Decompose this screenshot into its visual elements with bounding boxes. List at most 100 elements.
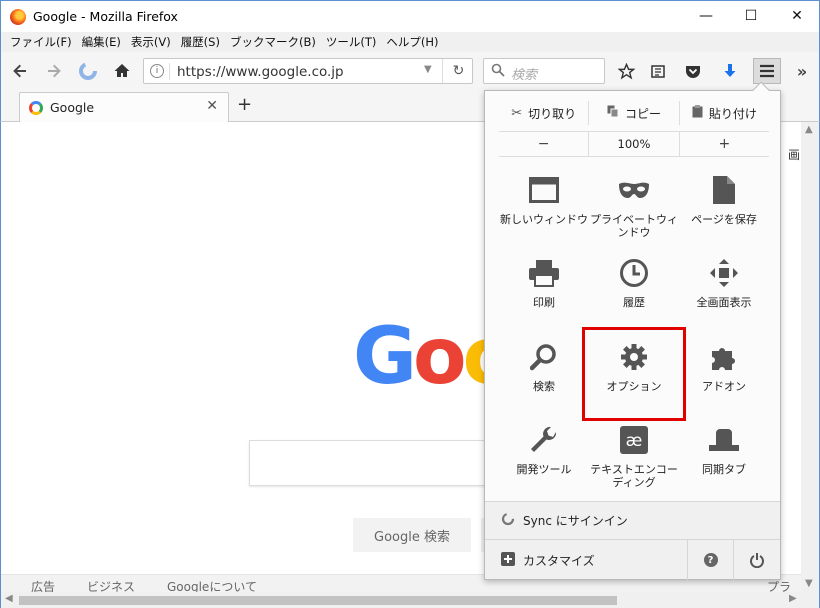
new-window-icon [527,173,561,207]
edit-controls: ✂ 切り取り コピー 貼り付け [499,101,769,125]
developer-tools-label: 開発ツール [516,463,572,476]
zoom-level-button[interactable]: 100% [589,132,680,156]
find-in-page-button[interactable]: 検索 [499,334,589,414]
text-encoding-button[interactable]: æ テキストエンコーディング [589,417,679,497]
search-bar[interactable]: 検索 [483,58,605,84]
scissors-icon: ✂ [511,105,523,121]
reload-spinner-icon[interactable] [77,61,99,81]
logo-letter-o1: o [413,312,467,402]
tab-close-icon[interactable]: ✕ [206,98,218,114]
private-window-label: プライベートウィンドウ [590,213,678,239]
private-window-button[interactable]: プライベートウィンドウ [589,167,679,247]
horizontal-scroll-thumb[interactable] [19,596,617,605]
sync-icon [501,512,515,529]
cut-button[interactable]: ✂ 切り取り [499,101,590,125]
save-page-label: ページを保存 [691,213,757,226]
google-search-button[interactable]: Google 検索 [353,518,471,552]
url-text[interactable]: https://www.google.co.jp [177,64,344,80]
url-separator [169,63,170,80]
search-icon [527,340,561,374]
addons-button[interactable]: アドオン [679,334,769,414]
puzzle-icon [707,340,741,374]
menu-tools[interactable]: ツール(T) [321,34,382,50]
scroll-up-icon[interactable]: ▲ [805,124,813,135]
options-button[interactable]: オプション [582,327,686,421]
menu-edit[interactable]: 編集(E) [77,34,126,50]
copy-button[interactable]: コピー [589,101,680,125]
zoom-out-button[interactable]: − [499,132,590,156]
private-mask-icon [617,173,651,207]
new-tab-plus-icon[interactable]: + [237,94,252,115]
search-placeholder: 検索 [511,68,538,83]
menu-history[interactable]: 履歴(S) [176,34,225,50]
downloads-arrow-icon[interactable] [719,61,741,81]
find-label: 検索 [533,380,555,393]
menu-bar: ファイル(F) 編集(E) 表示(V) 履歴(S) ブックマーク(B) ツール(… [0,32,820,52]
svg-text:æ: æ [626,431,643,451]
quit-button[interactable] [733,540,780,580]
firefox-logo-icon [10,9,26,25]
search-magnifier-icon [491,63,505,81]
save-page-icon [707,173,741,207]
save-page-button[interactable]: ページを保存 [679,167,769,247]
addons-label: アドオン [702,380,746,393]
minimize-button[interactable]: — [683,1,729,31]
print-icon [527,256,561,290]
url-dropdown-icon[interactable]: ▼ [424,64,432,75]
reload-icon[interactable]: ↻ [442,59,474,83]
menu-file[interactable]: ファイル(F) [5,34,77,50]
print-label: 印刷 [533,296,555,309]
hamburger-menu-button[interactable] [753,58,781,84]
customize-button[interactable]: カスタマイズ [501,552,595,569]
scroll-down-icon[interactable]: ▼ [805,578,813,589]
google-favicon-icon [29,101,43,115]
copy-label: コピー [624,106,661,121]
overflow-chevron-icon[interactable]: » [791,61,813,81]
synced-tabs-button[interactable]: 同期タブ [679,417,769,497]
menu-view[interactable]: 表示(V) [126,34,176,50]
tab-google[interactable]: Google ✕ [19,92,229,122]
power-icon [750,553,764,568]
developer-tools-button[interactable]: 開発ツール [499,417,589,497]
sync-signin-row[interactable]: Sync にサインイン [485,501,780,539]
bookmarks-list-icon[interactable] [647,61,669,81]
cut-label: 切り取り [528,106,577,121]
copy-icon [607,105,619,122]
panel-footer: カスタマイズ ? [485,539,780,580]
window-title: Google - Mozilla Firefox [33,9,178,24]
site-info-icon[interactable]: i [150,64,164,78]
menu-bookmarks[interactable]: ブックマーク(B) [225,34,321,50]
print-button[interactable]: 印刷 [499,250,589,330]
fullscreen-button[interactable]: 全画面表示 [679,250,769,330]
paste-label: 貼り付け [708,106,757,121]
synced-tabs-label: 同期タブ [702,463,746,476]
clipboard-icon [692,104,703,122]
scroll-right-icon[interactable]: ▶ [789,593,797,604]
vertical-scrollbar[interactable]: ▲ ▼ [801,122,819,592]
bookmark-star-icon[interactable] [615,61,637,81]
scroll-left-icon[interactable]: ◀ [5,593,13,604]
history-button[interactable]: 履歴 [589,250,679,330]
horizontal-scrollbar[interactable]: ◀ ▶ [1,592,819,608]
zoom-in-button[interactable]: + [680,132,769,156]
forward-arrow-icon[interactable] [43,61,65,81]
pocket-icon[interactable] [682,61,704,81]
hamburger-menu-panel: ✂ 切り取り コピー 貼り付け − 100% + 新しいウィンドウ プライベート… [484,81,781,580]
text-encoding-icon: æ [617,423,651,457]
url-bar[interactable]: i https://www.google.co.jp ▼ ↻ [143,58,473,84]
menu-help[interactable]: ヘルプ(H) [381,34,443,50]
help-button[interactable]: ? [687,540,733,580]
maximize-button[interactable]: ☐ [728,1,774,31]
home-icon[interactable] [111,61,133,81]
gear-icon [617,340,651,374]
customize-plus-icon [501,552,515,569]
help-icon: ? [703,553,718,567]
page-cutoff-text: 画 [788,148,801,162]
back-arrow-icon[interactable] [9,61,31,81]
paste-button[interactable]: 貼り付け [680,101,769,125]
fullscreen-label: 全画面表示 [696,296,752,309]
new-window-button[interactable]: 新しいウィンドウ [499,167,589,247]
fullscreen-icon [707,256,741,290]
logo-letter-g: G [353,312,417,402]
close-window-button[interactable]: ✕ [774,1,820,31]
